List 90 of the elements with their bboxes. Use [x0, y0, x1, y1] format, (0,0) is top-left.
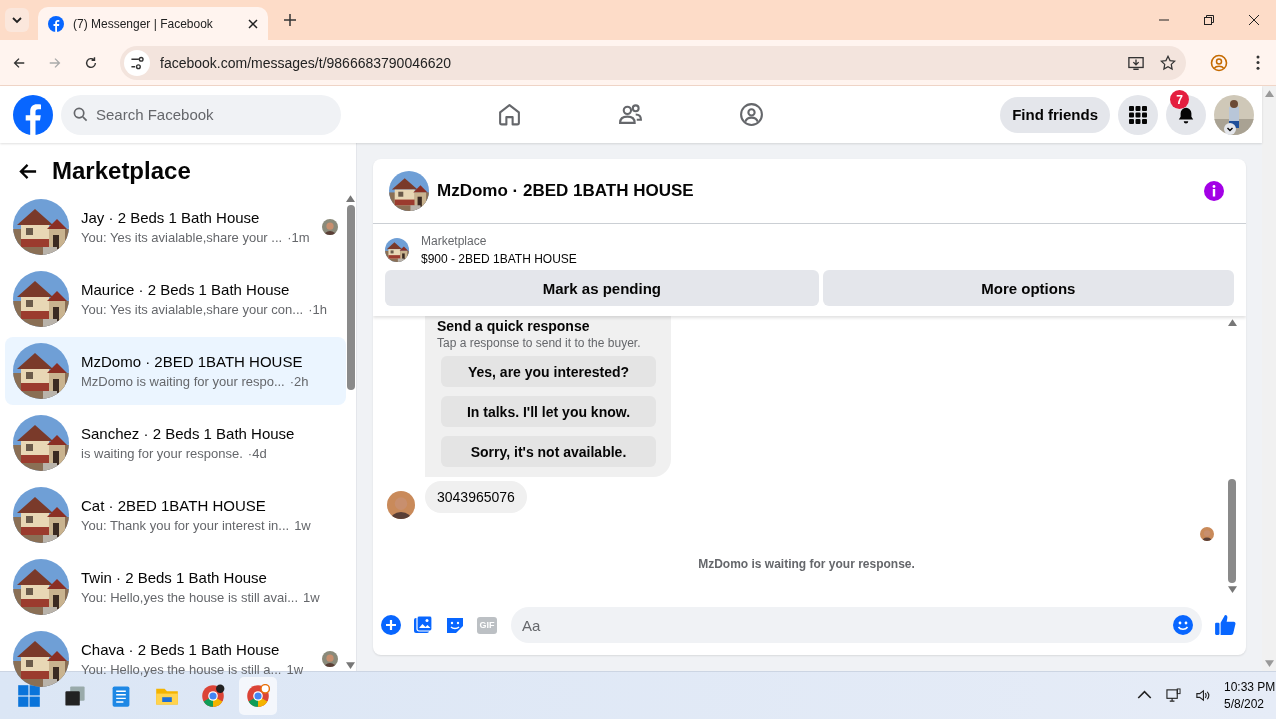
facebook-icon [48, 15, 64, 32]
action-button[interactable]: Mark as pending [385, 270, 819, 306]
message-time: ·1m [287, 230, 310, 245]
conversation-item[interactable]: Maurice · 2 Beds 1 Bath House You: Yes its avialable,share your con... ·1h [5, 265, 346, 333]
restore-icon[interactable] [1204, 15, 1214, 25]
volume-icon[interactable] [1195, 688, 1210, 703]
back-icon[interactable] [12, 55, 26, 70]
thumbs-up-icon[interactable] [1214, 614, 1236, 636]
account-avatar[interactable] [1214, 94, 1254, 135]
close-icon[interactable] [1249, 15, 1259, 25]
conversation-title: Chava · 2 Beds 1 Bath House [81, 641, 281, 658]
message-preview: You: Hello,yes the house is still avai... [81, 590, 299, 605]
groups-icon[interactable] [739, 102, 764, 127]
chevron-down-icon[interactable] [1224, 123, 1236, 135]
sidebar-title: Marketplace [52, 157, 191, 185]
address-field[interactable]: facebook.com/messages/t/9866683790046620 [120, 45, 1186, 80]
message-preview: You: Yes its avialable,share your ... [81, 230, 283, 245]
reload-icon[interactable] [84, 55, 98, 70]
browser-tab[interactable]: (7) Messenger | Facebook [38, 7, 268, 40]
chat-title: MzDomo · 2BED 1BATH HOUSE [437, 181, 694, 201]
menu-icon[interactable] [1256, 55, 1260, 70]
scrollbar-thumb[interactable] [346, 205, 355, 390]
star-icon[interactable] [1160, 54, 1176, 71]
image-icon[interactable] [413, 615, 433, 635]
conversation-title: Cat · 2BED 1BATH HOUSE [81, 497, 267, 514]
conversation-item[interactable]: MzDomo · 2BED 1BATH HOUSE MzDomo is waiting for your respo... ·2h [5, 337, 346, 405]
network-icon[interactable] [1166, 688, 1181, 703]
conversation-item[interactable]: Cat · 2BED 1BATH HOUSE You: Thank you for your interest in... 1w [5, 481, 346, 549]
windows-start-icon[interactable] [17, 683, 41, 708]
facebook-logo-icon[interactable] [13, 94, 53, 135]
close-icon[interactable] [248, 18, 258, 29]
plus-icon[interactable] [381, 615, 401, 635]
scroll-up-icon[interactable] [1227, 319, 1237, 326]
message-time: ·4d [247, 446, 267, 461]
message-preview: You: Yes its avialable,share your con... [81, 302, 304, 317]
message-time: 1w [286, 662, 304, 677]
message-preview: You: Hello,yes the house is still a... [81, 662, 282, 677]
menu-button[interactable] [1118, 94, 1158, 135]
action-button[interactable]: More options [822, 270, 1234, 306]
conversation-title: Jay · 2 Beds 1 Bath House [81, 209, 261, 226]
scroll-down-icon[interactable] [1227, 586, 1237, 593]
listing-title: $900 - 2BED 1BATH HOUSE [421, 252, 577, 266]
clock-date: 5/8/202 [1224, 695, 1266, 713]
message-time: ·2h [289, 374, 309, 389]
conversation-item[interactable]: Sanchez · 2 Beds 1 Bath House is waiting for your response. ·4d [5, 409, 346, 477]
emoji-icon[interactable] [1173, 615, 1193, 635]
info-icon[interactable] [1204, 181, 1224, 201]
site-settings-icon[interactable] [124, 49, 150, 76]
listing-source: Marketplace [421, 234, 488, 248]
profile-icon[interactable] [1210, 53, 1228, 72]
back-arrow-icon[interactable] [19, 161, 38, 181]
conversation-title: Maurice · 2 Beds 1 Bath House [81, 281, 291, 298]
task-view-icon[interactable] [63, 683, 87, 708]
scroll-down-icon[interactable] [346, 662, 356, 669]
message-preview: MzDomo is waiting for your respo... [81, 374, 285, 389]
conversation-title: Twin · 2 Beds 1 Bath House [81, 569, 268, 586]
conversation-title: MzDomo · 2BED 1BATH HOUSE [81, 353, 304, 370]
grid-icon [1129, 105, 1147, 124]
message-time: 1w [294, 518, 311, 533]
message-preview: is waiting for your response. [81, 446, 243, 461]
scrollbar-thumb[interactable] [1228, 479, 1236, 583]
conversation-item[interactable]: Jay · 2 Beds 1 Bath House You: Yes its avialable,share your ... ·1m [5, 193, 346, 261]
message-time: ·1h [308, 302, 327, 317]
quick-response-button[interactable]: In talks. I'll let you know. [441, 396, 656, 427]
quick-response-button[interactable]: Yes, are you interested? [441, 356, 656, 387]
find-friends-button[interactable]: Find friends [1000, 96, 1110, 133]
sticker-icon[interactable] [445, 615, 465, 635]
tab-title: (7) Messenger | Facebook [73, 16, 214, 31]
tab-search-button[interactable] [5, 8, 29, 32]
chevron-down-icon [11, 14, 23, 26]
bell-icon [1177, 105, 1195, 124]
message-preview: You: Thank you for your interest in... [81, 518, 290, 533]
scroll-up-icon[interactable] [346, 195, 356, 202]
home-icon[interactable] [497, 102, 522, 127]
conversation-item[interactable]: Twin · 2 Beds 1 Bath House You: Hello,yes the house is still avai... 1w [5, 553, 346, 621]
quick-response-button[interactable]: Sorry, it's not available. [441, 436, 656, 467]
chrome-icon[interactable] [201, 683, 225, 708]
friends-icon[interactable] [618, 102, 643, 127]
search-icon [73, 106, 88, 122]
install-icon[interactable] [1128, 54, 1144, 71]
clock-time: 10:33 PM [1224, 678, 1276, 696]
new-tab-icon[interactable] [284, 14, 296, 26]
quick-response-title: Send a quick response [437, 318, 591, 334]
conversation-title: Sanchez · 2 Beds 1 Bath House [81, 425, 296, 442]
message-time: 1w [303, 590, 320, 605]
status-message: MzDomo is waiting for your response. [697, 557, 916, 571]
message-bubble: 3043965076 [425, 481, 527, 513]
search-field[interactable]: Search Facebook [61, 94, 341, 135]
quick-response-subtitle: Tap a response to send it to the buyer. [437, 336, 642, 350]
message-input[interactable]: Aa [511, 607, 1202, 643]
